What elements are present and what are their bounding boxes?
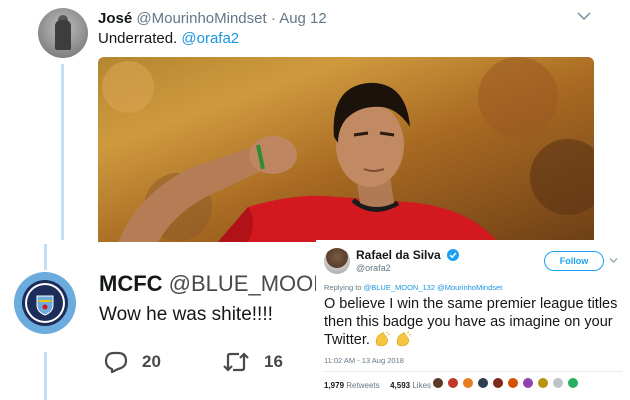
jose-tweet-header: José @MourinhoMindset · Aug 12 [98,10,327,27]
replying-prefix: Replying to [324,283,362,292]
rafael-tweet-text: O believe I win the same premier league … [324,295,630,349]
rafael-display-name[interactable]: Rafael da Silva [356,248,441,262]
rafael-handle[interactable]: @orafa2 [356,263,391,273]
liker-avatar[interactable] [537,377,549,389]
verified-badge-icon [447,249,460,261]
divider [324,371,622,372]
liker-avatar[interactable] [567,377,579,389]
liker-avatar[interactable] [492,377,504,389]
photo-illustration [102,57,594,242]
retweet-button[interactable]: 16 [222,350,283,374]
clapping-hands-emoji-icon [375,331,391,347]
reply-icon [104,351,128,373]
liker-avatar[interactable] [447,377,459,389]
club-crest-icon [22,280,68,326]
rafael-avatar[interactable] [324,248,350,274]
likes-count[interactable]: 4,593 [390,381,410,390]
chevron-down-icon[interactable] [609,257,618,264]
manchester-city-badge[interactable] [14,272,76,334]
mcfc-tweet-text: Wow he was shite!!!! [99,304,273,325]
jose-tweet-date[interactable]: Aug 12 [279,10,327,27]
rafael-tweet-card: Rafael da Silva @orafa2 Follow Replying … [316,240,630,400]
rafael-tweet-body: O believe I win the same premier league … [324,296,618,348]
jose-handle[interactable]: @MourinhoMindset [136,10,266,27]
reply-count: 20 [142,352,161,371]
jose-display-name[interactable]: José [98,10,132,27]
rafael-tweet-timestamp[interactable]: 11:02 AM - 13 Aug 2018 [324,356,404,365]
retweets-count[interactable]: 1,979 [324,381,344,390]
retweet-count: 16 [264,352,283,371]
jose-avatar[interactable] [38,8,88,58]
jose-tweet-body: Underrated. [98,30,178,47]
retweet-icon [223,352,249,372]
tweet-stats: 1,979 Retweets 4,593 Likes [324,381,431,390]
liker-avatar[interactable] [522,377,534,389]
header-separator: · [270,10,276,27]
liker-avatar[interactable] [432,377,444,389]
replying-to-line: Replying to @BLUE_MOON_132 @MourinhoMind… [324,283,502,292]
mcfc-handle[interactable]: @BLUE_MOON [169,271,329,296]
mention-link[interactable]: @orafa2 [181,30,239,47]
reply-button[interactable]: 20 [104,350,161,374]
mcfc-display-name[interactable]: MCFC [99,271,163,296]
liker-avatar[interactable] [462,377,474,389]
follow-button[interactable]: Follow [544,251,604,271]
rafael-display-name-row[interactable]: Rafael da Silva [356,248,460,262]
liker-avatars[interactable] [432,377,582,389]
jose-tweet-text: Underrated. @orafa2 [98,30,239,47]
likes-label[interactable]: Likes [412,381,431,390]
liker-avatar[interactable] [507,377,519,389]
clapping-hands-emoji-icon [396,331,412,347]
thread-line [44,352,47,400]
liker-avatar[interactable] [552,377,564,389]
replying-to-mentions[interactable]: @BLUE_MOON_132 @MourinhoMindset [364,283,503,292]
mcfc-tweet-header: MCFC @BLUE_MOON [99,271,329,297]
avatar-figure-body [55,20,71,50]
jose-tweet: José @MourinhoMindset · Aug 12 Underrate… [0,0,630,242]
football-celebration-photo[interactable] [98,57,594,242]
thread-line [61,64,64,240]
retweets-label[interactable]: Retweets [346,381,379,390]
thread-line [44,244,47,270]
chevron-down-icon[interactable] [576,10,592,22]
liker-avatar[interactable] [477,377,489,389]
